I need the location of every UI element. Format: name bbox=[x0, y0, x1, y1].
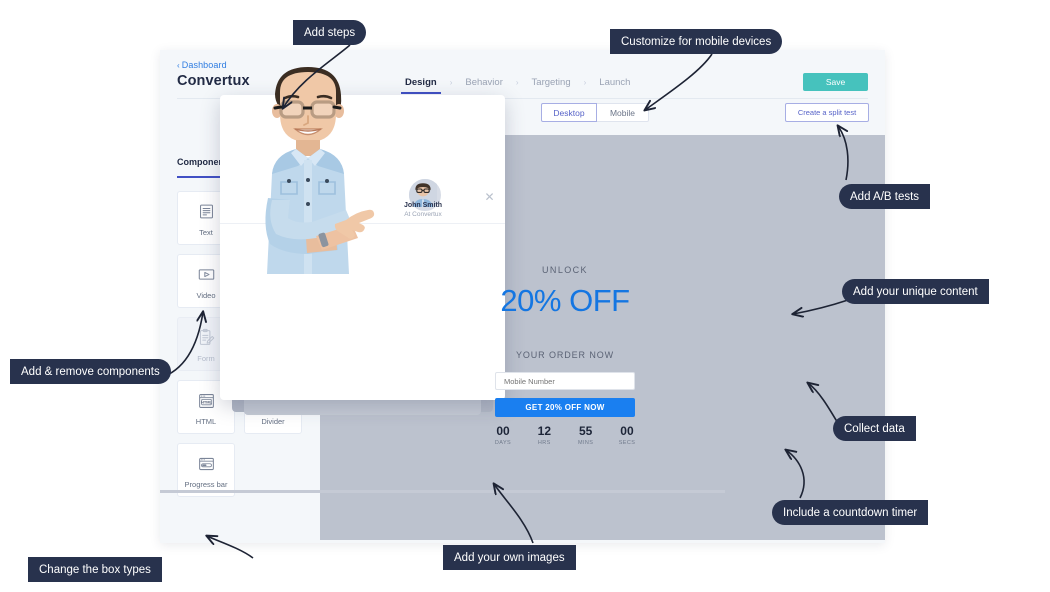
tab-targeting[interactable]: Targeting bbox=[532, 77, 571, 93]
countdown-value: 55 bbox=[578, 424, 593, 438]
breadcrumb[interactable]: ‹ Dashboard bbox=[177, 60, 227, 70]
component-card-progress-bar[interactable]: Progress bar bbox=[177, 443, 235, 497]
countdown-label: SECS bbox=[618, 440, 636, 446]
component-label: Divider bbox=[261, 416, 285, 426]
annotation-add-unique-content: Add your unique content bbox=[842, 279, 989, 304]
create-split-test-button[interactable]: Create a split test bbox=[785, 103, 869, 122]
save-button[interactable]: Save bbox=[803, 73, 868, 91]
annotation-change-box-types: Change the box types bbox=[28, 557, 162, 582]
countdown-label: MINS bbox=[577, 440, 594, 446]
countdown-unit-seconds: 00 SECS bbox=[609, 424, 645, 447]
offer-eyebrow: UNLOCK bbox=[542, 265, 588, 275]
offer-subline: YOUR ORDER NOW bbox=[515, 350, 615, 360]
step-separator-icon: › bbox=[583, 78, 587, 87]
html-icon: HTML bbox=[197, 389, 216, 413]
hero-image[interactable] bbox=[228, 48, 388, 303]
tab-launch[interactable]: Launch bbox=[599, 77, 630, 93]
cta-button[interactable]: GET 20% OFF NOW bbox=[495, 398, 635, 417]
component-label: HTML bbox=[195, 416, 217, 426]
countdown-label: HRS bbox=[537, 440, 551, 446]
annotation-customize-mobile: Customize for mobile devices bbox=[610, 29, 783, 54]
canvas-bottom-strip bbox=[160, 490, 725, 493]
countdown-label: DAYS bbox=[494, 440, 512, 446]
device-mobile-button[interactable]: Mobile bbox=[597, 103, 649, 122]
countdown-unit-hours: 12 HRS bbox=[526, 424, 562, 447]
device-toggle: Desktop Mobile bbox=[541, 103, 649, 122]
annotation-add-steps: Add steps bbox=[293, 20, 367, 45]
form-icon bbox=[197, 326, 215, 350]
close-icon[interactable]: ✕ bbox=[483, 190, 496, 203]
back-chevron-icon: ‹ bbox=[177, 61, 180, 70]
step-separator-icon: › bbox=[515, 78, 519, 87]
annotation-add-remove-components: Add & remove components bbox=[10, 359, 171, 384]
offer-headline: 20% OFF bbox=[500, 283, 630, 318]
annotation-add-ab-tests: Add A/B tests bbox=[839, 184, 931, 209]
countdown-value: 12 bbox=[537, 424, 551, 438]
annotation-collect-data: Collect data bbox=[833, 416, 916, 441]
component-label: Text bbox=[199, 227, 213, 237]
countdown-value: 00 bbox=[496, 424, 510, 438]
annotation-add-own-images: Add your own images bbox=[443, 545, 576, 570]
annotation-countdown-timer: Include a countdown timer bbox=[772, 500, 929, 525]
text-icon bbox=[198, 200, 215, 224]
device-desktop-button[interactable]: Desktop bbox=[541, 103, 597, 122]
component-label: Form bbox=[197, 353, 215, 363]
tab-behavior[interactable]: Behavior bbox=[465, 77, 503, 93]
steps-nav: Design › Behavior › Targeting › Launch bbox=[401, 74, 630, 96]
component-label: Progress bar bbox=[184, 479, 228, 489]
mobile-number-input[interactable] bbox=[495, 372, 635, 390]
svg-text:HTML: HTML bbox=[201, 399, 213, 404]
progress-bar-icon bbox=[197, 452, 216, 476]
breadcrumb-label: Dashboard bbox=[181, 60, 227, 70]
component-label: Video bbox=[196, 290, 216, 300]
tab-design[interactable]: Design bbox=[401, 77, 441, 94]
countdown-unit-minutes: 55 MINS bbox=[568, 424, 604, 447]
countdown-timer: 00 DAYS 12 HRS 55 MINS 00 SECS bbox=[485, 424, 645, 447]
step-separator-icon: › bbox=[449, 78, 453, 87]
countdown-unit-days: 00 DAYS bbox=[485, 424, 521, 447]
countdown-value: 00 bbox=[620, 424, 634, 438]
video-icon bbox=[197, 263, 216, 287]
